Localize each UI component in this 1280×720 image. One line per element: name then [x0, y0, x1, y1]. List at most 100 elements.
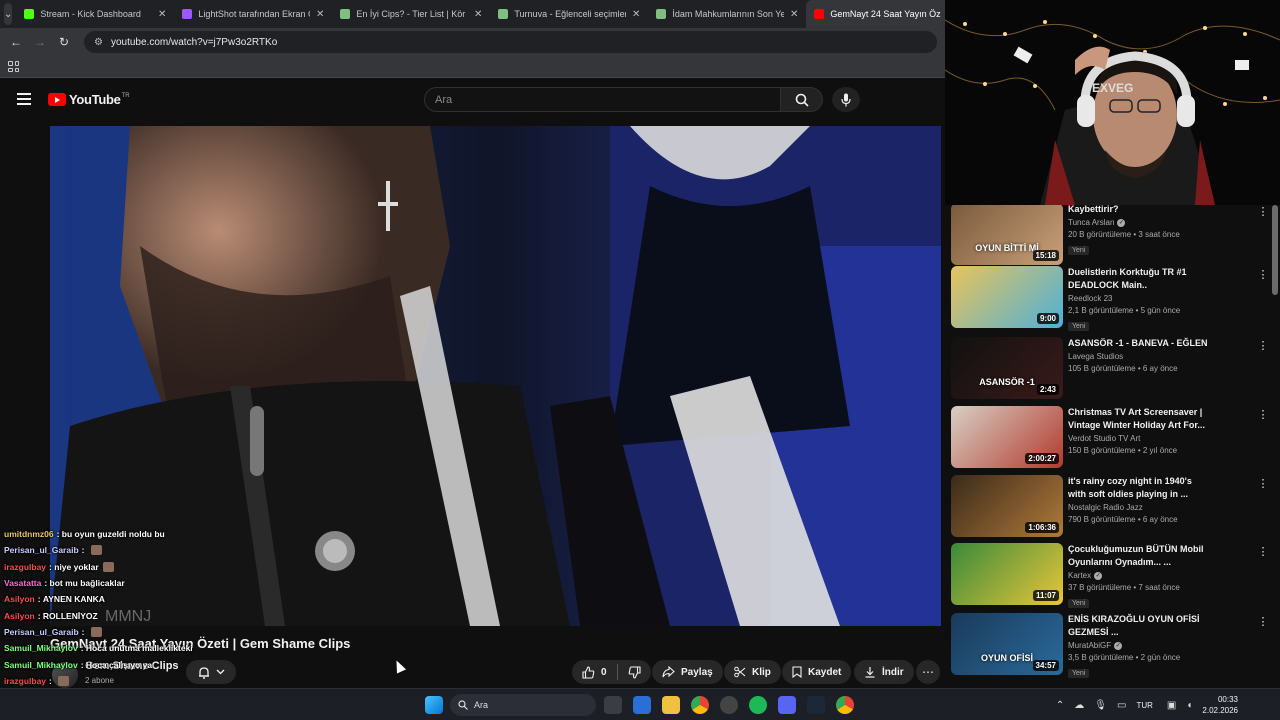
share-button[interactable]: Paylaş: [652, 660, 723, 684]
more-options-icon[interactable]: ⋮: [1257, 615, 1269, 628]
recommended-channel[interactable]: Lavega Studios: [1068, 352, 1123, 361]
sidebar-scrollbar[interactable]: [1272, 205, 1278, 685]
discord-icon[interactable]: [778, 696, 796, 714]
browser-tab[interactable]: İdam Mahkumlarının Son Yeme ✕: [648, 0, 806, 28]
site-info-icon[interactable]: ⚙: [94, 37, 103, 48]
verified-icon: ✓: [1117, 218, 1126, 227]
recommended-video[interactable]: OYUN OFİSİ 34:57 ENİS KIRAZOĞLU OYUN OFİSİ…: [951, 613, 1269, 679]
search-button[interactable]: [781, 87, 823, 112]
more-options-icon[interactable]: ⋮: [1257, 408, 1269, 421]
cloud-icon[interactable]: ☁: [1074, 700, 1084, 711]
video-thumbnail[interactable]: OYUN OFİSİ 34:57: [951, 613, 1063, 675]
more-options-icon[interactable]: ⋮: [1257, 339, 1269, 352]
app-icon[interactable]: [720, 696, 738, 714]
reload-button[interactable]: ↻: [54, 35, 74, 49]
browser-tab[interactable]: En İyi Cips? - Tier List | Kör Sıral ✕: [332, 0, 490, 28]
volume-icon[interactable]: ◖: [1186, 700, 1192, 711]
browser-tab[interactable]: GemNayt 24 Saat Yayın Öz✕: [806, 0, 965, 28]
clock-date: 2.02.2026: [1202, 706, 1238, 715]
clip-button[interactable]: Klip: [724, 660, 781, 684]
dislike-icon[interactable]: [628, 665, 641, 679]
chat-message: Asilyon: ROLLENİYOZ: [4, 607, 344, 623]
browser-tab[interactable]: LightShot tarafından Ekran Gör ✕: [174, 0, 332, 28]
more-options-icon[interactable]: ⋮: [1257, 545, 1269, 558]
microphone-icon[interactable]: 🎙: [1094, 700, 1107, 711]
network-icon[interactable]: ▣: [1167, 700, 1176, 711]
menu-icon[interactable]: [17, 93, 31, 105]
apps-grid-icon[interactable]: [8, 61, 19, 72]
recommended-video[interactable]: 1:06:36 it's rainy cozy night in 1940's w…: [951, 475, 1269, 541]
emote-icon: [58, 675, 70, 686]
start-icon[interactable]: [425, 696, 443, 714]
browser-tab[interactable]: Turnuva - Eğlenceli seçimler ya ✕: [490, 0, 648, 28]
country-code: TR: [121, 92, 130, 99]
close-tab-icon[interactable]: ✕: [790, 9, 798, 20]
steam-icon[interactable]: [807, 696, 825, 714]
recommended-title[interactable]: it's rainy cozy night in 1940's with sof…: [1068, 475, 1208, 501]
task-view-icon[interactable]: [604, 696, 622, 714]
recommended-channel[interactable]: Tunca Arslan: [1068, 218, 1114, 227]
bookmarks-bar: [0, 56, 945, 78]
recommended-title[interactable]: ENİS KIRAZOĞLU OYUN OFİSİ GEZMESİ ...: [1068, 613, 1208, 639]
chat-username: irazgulbay: [4, 561, 47, 572]
recommended-video[interactable]: 9:00 Duelistlerin Korktuğu TR #1 DEADLOCK…: [951, 266, 1269, 332]
browser-tab[interactable]: Stream - Kick Dashboard ✕: [16, 0, 174, 28]
recommended-video[interactable]: 2:00:27 Christmas TV Art Screensaver | Vi…: [951, 406, 1269, 472]
recommended-channel[interactable]: Kartex: [1068, 571, 1091, 580]
more-options-icon[interactable]: ⋮: [1257, 205, 1269, 218]
new-badge: Yeni: [1068, 599, 1090, 608]
close-tab-icon[interactable]: ✕: [158, 9, 166, 20]
like-icon[interactable]: [582, 665, 595, 679]
chrome-icon[interactable]: [691, 696, 709, 714]
file-explorer-icon[interactable]: [662, 696, 680, 714]
display-icon[interactable]: ▭: [1117, 700, 1126, 711]
recommended-video[interactable]: ASANSÖR -1 2:43 ASANSÖR -1 - BANEVA - EĞLE…: [951, 337, 1269, 403]
recommended-title[interactable]: Çocukluğumuzun BÜTÜN Mobil Oyunlarını Oy…: [1068, 543, 1208, 569]
tab-favicon-icon: [182, 9, 193, 19]
url-field[interactable]: ⚙ youtube.com/watch?v=j7Pw3o2RTKo: [84, 31, 937, 53]
more-actions-button[interactable]: ⋯: [916, 660, 940, 684]
windows-taskbar: Ara ⌃ ☁ 🎙 ▭ TUR ▣ ◖ 00:33 2.02.2026: [0, 688, 1280, 720]
chat-username: Samuil_Mikhaylov: [4, 659, 78, 670]
recommended-video[interactable]: OYUN BİTTİ Mİ 15:18 Kaybettirir? Tunca Arsl…: [951, 205, 1269, 269]
language-indicator[interactable]: TUR: [1136, 701, 1152, 710]
video-thumbnail[interactable]: 11:07: [951, 543, 1063, 605]
close-tab-icon[interactable]: ✕: [316, 9, 324, 20]
view-count: 37 B görüntüleme: [1068, 583, 1132, 592]
search-input[interactable]: Ara: [424, 87, 781, 112]
video-thumbnail[interactable]: OYUN BİTTİ Mİ 15:18: [951, 205, 1063, 265]
recommended-channel[interactable]: Nostalgic Radio Jazz: [1068, 503, 1143, 512]
recommended-channel[interactable]: MuratAbiGF: [1068, 641, 1111, 650]
more-options-icon[interactable]: ⋮: [1257, 477, 1269, 490]
clock[interactable]: 00:33 2.02.2026: [1202, 694, 1238, 716]
store-icon[interactable]: [633, 696, 651, 714]
recommended-channel[interactable]: Verdot Studio TV Art: [1068, 434, 1140, 443]
close-tab-icon[interactable]: ✕: [632, 9, 640, 20]
recommended-channel[interactable]: Reedlock 23: [1068, 294, 1112, 303]
spotify-icon[interactable]: [749, 696, 767, 714]
close-tab-icon[interactable]: ✕: [474, 9, 482, 20]
video-thumbnail[interactable]: 2:00:27: [951, 406, 1063, 468]
video-thumbnail[interactable]: 1:06:36: [951, 475, 1063, 537]
chevron-up-icon[interactable]: ⌃: [1056, 700, 1064, 711]
taskbar-search[interactable]: Ara: [450, 694, 596, 716]
recommended-title[interactable]: ASANSÖR -1 - BANEVA - EĞLEN: [1068, 337, 1208, 350]
recommended-video[interactable]: 11:07 Çocukluğumuzun BÜTÜN Mobil Oyunları…: [951, 543, 1269, 609]
chrome-active-icon[interactable]: [836, 696, 854, 714]
save-button[interactable]: Kaydet: [782, 660, 852, 684]
tab-search-button[interactable]: ⌄: [4, 3, 13, 25]
video-thumbnail[interactable]: ASANSÖR -1 2:43: [951, 337, 1063, 399]
more-options-icon[interactable]: ⋮: [1257, 268, 1269, 281]
youtube-logo[interactable]: YouTube TR: [48, 92, 130, 107]
video-thumbnail[interactable]: 9:00: [951, 266, 1063, 328]
recommended-title[interactable]: Christmas TV Art Screensaver | Vintage W…: [1068, 406, 1208, 432]
tab-favicon-icon: [498, 9, 509, 19]
back-button[interactable]: ←: [6, 35, 26, 49]
recommended-title[interactable]: Kaybettirir?: [1068, 205, 1208, 216]
forward-button[interactable]: →: [30, 35, 50, 49]
recommended-title[interactable]: Duelistlerin Korktuğu TR #1 DEADLOCK Mai…: [1068, 266, 1208, 292]
view-count: 790 B görüntüleme: [1068, 515, 1136, 524]
view-count: 2,1 B görüntüleme: [1068, 306, 1134, 315]
voice-search-button[interactable]: [832, 87, 860, 112]
download-button[interactable]: İndir: [854, 660, 914, 684]
